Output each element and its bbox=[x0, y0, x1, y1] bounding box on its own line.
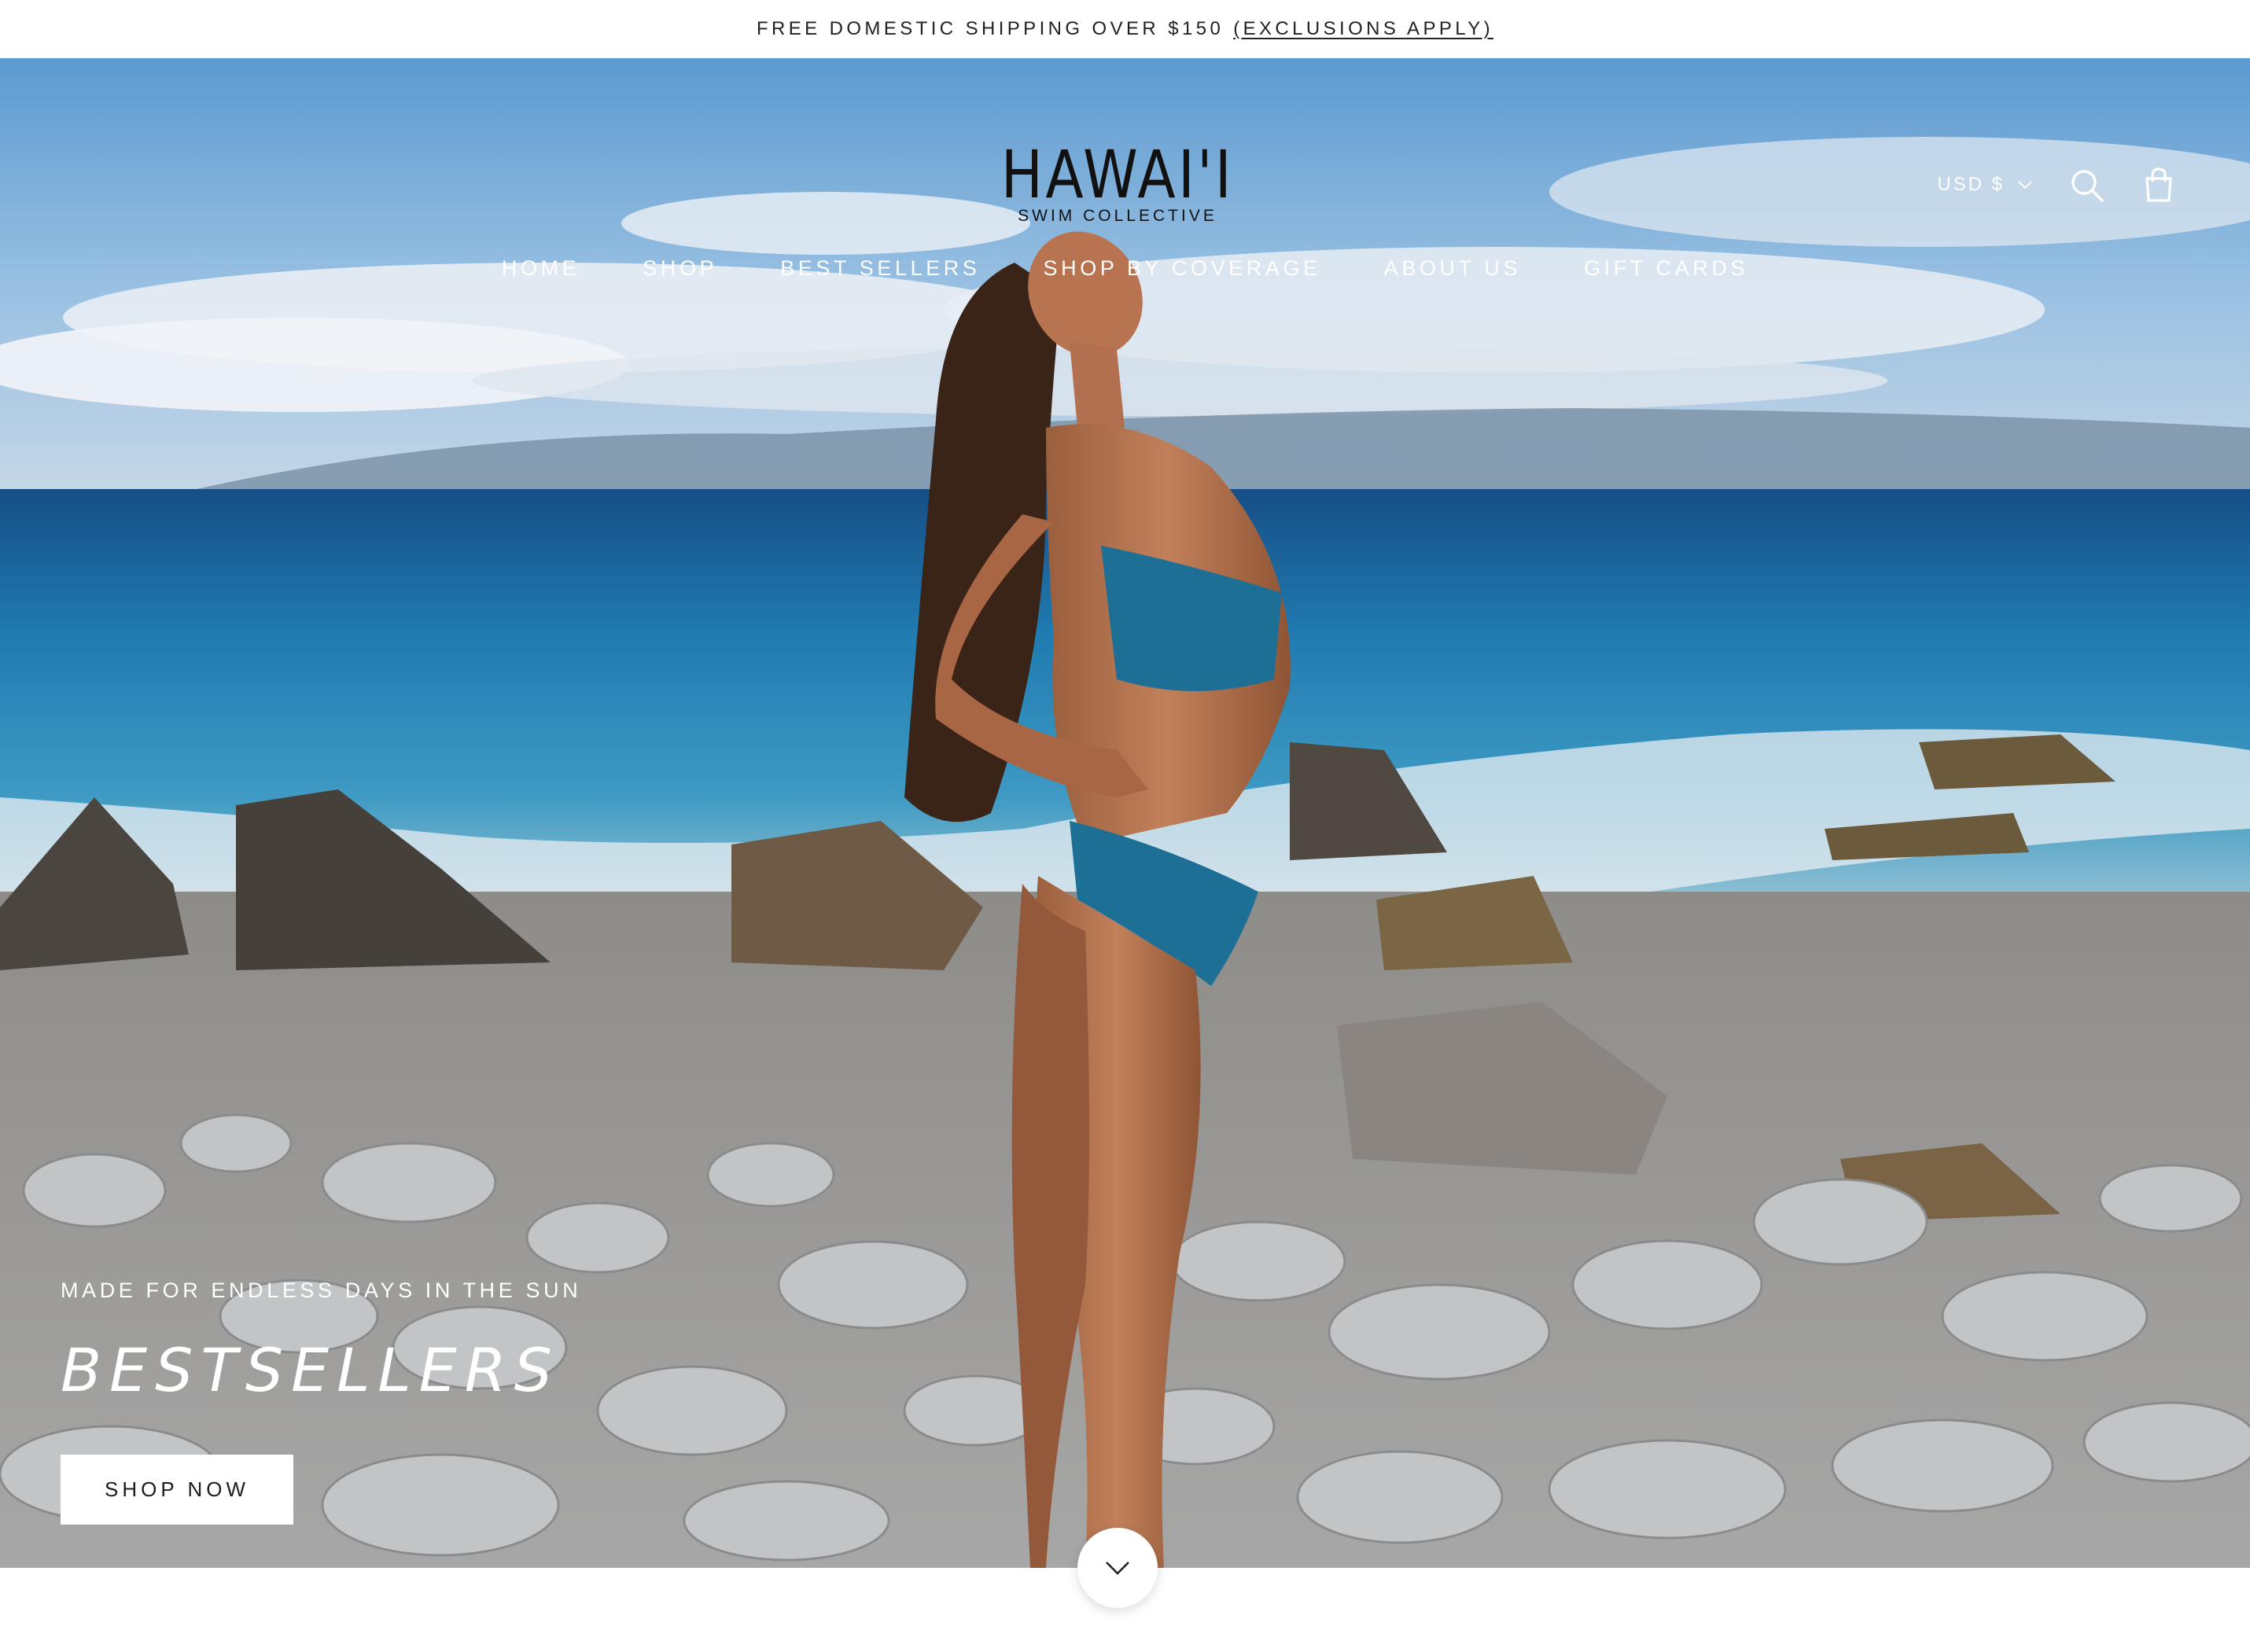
currency-selector[interactable]: USD $ bbox=[1937, 174, 2033, 196]
nav-item-gift-cards[interactable]: GIFT CARDS bbox=[1584, 256, 1748, 281]
logo-tagline: SWIM COLLECTIVE bbox=[1018, 207, 1217, 225]
exclusions-link[interactable]: (EXCLUSIONS APPLY) bbox=[1233, 18, 1493, 40]
currency-label: USD $ bbox=[1937, 174, 2005, 195]
announcement-text: FREE DOMESTIC SHIPPING OVER $150 bbox=[756, 18, 1224, 39]
nav-item-about-us[interactable]: ABOUT US bbox=[1384, 256, 1521, 281]
cart-button[interactable] bbox=[2140, 166, 2178, 204]
search-icon bbox=[2071, 170, 2104, 202]
logo-wordmark: HAWAI'I bbox=[1000, 136, 1235, 213]
scroll-down-button[interactable] bbox=[1077, 1528, 1158, 1608]
shop-now-button[interactable]: SHOP NOW bbox=[61, 1455, 293, 1525]
hero-kicker: MADE FOR ENDLESS DAYS IN THE SUN bbox=[61, 1279, 582, 1302]
main-nav: HOME SHOP BEST SELLERS SHOP BY COVERAGE … bbox=[0, 256, 2250, 281]
nav-item-shop[interactable]: SHOP bbox=[643, 256, 717, 281]
header-actions: USD $ bbox=[1937, 165, 2178, 204]
brand-logo[interactable]: HAWAI'I SWIM COLLECTIVE bbox=[974, 142, 1261, 228]
announcement-bar: FREE DOMESTIC SHIPPING OVER $150 (EXCLUS… bbox=[0, 0, 2250, 58]
search-button[interactable] bbox=[2068, 166, 2105, 204]
hero-headline: BESTSELLERS bbox=[61, 1335, 560, 1405]
hero-banner: HAWAI'I SWIM COLLECTIVE USD $ HOME SHOP … bbox=[0, 58, 2250, 1568]
nav-item-best-sellers[interactable]: BEST SELLERS bbox=[780, 256, 980, 281]
chevron-down-icon bbox=[2018, 181, 2032, 189]
chevron-down-icon bbox=[1106, 1562, 1129, 1575]
nav-item-home[interactable]: HOME bbox=[502, 256, 580, 281]
shopping-bag-icon bbox=[2145, 167, 2172, 202]
nav-item-shop-by-coverage[interactable]: SHOP BY COVERAGE bbox=[1044, 256, 1321, 281]
